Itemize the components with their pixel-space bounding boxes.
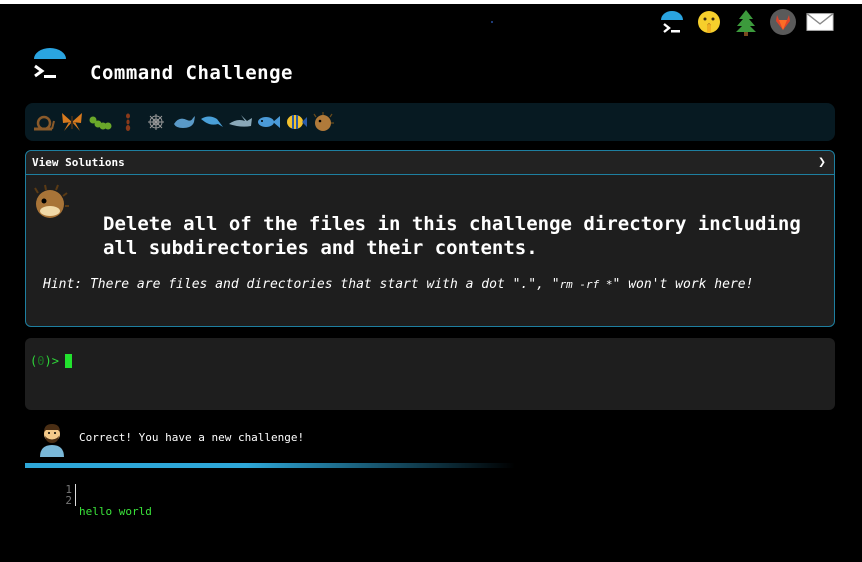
fish-icon[interactable]: [255, 109, 281, 135]
hint-prefix: Hint: There are files and directories th…: [43, 277, 560, 292]
view-solutions-toggle[interactable]: View Solutions ❯: [26, 151, 834, 175]
status-message: Correct! You have a new challenge!: [79, 431, 305, 444]
man-avatar-icon: [37, 421, 67, 457]
shushing-face-icon[interactable]: [695, 8, 723, 36]
tropical-fish-icon[interactable]: [283, 109, 309, 135]
snail-icon[interactable]: [31, 109, 57, 135]
mail-icon[interactable]: [806, 8, 834, 36]
chevron-right-icon[interactable]: ❯: [818, 155, 826, 170]
line-number-gutter: 1 2: [52, 484, 76, 506]
top-icon-bar: [658, 8, 834, 36]
challenge-card: View Solutions ❯ Delete all of the files…: [25, 150, 835, 327]
brand-icon[interactable]: [658, 8, 686, 36]
terminal-prompt: (0)>: [30, 354, 59, 368]
blowfish-icon[interactable]: [311, 109, 337, 135]
dolphin-icon[interactable]: [199, 109, 225, 135]
caterpillar-icon[interactable]: [87, 109, 113, 135]
tree-icon[interactable]: [732, 8, 760, 36]
decorative-dot: [491, 21, 493, 23]
output-lines: hello world: [79, 484, 152, 561]
blowfish-avatar-icon: [32, 184, 70, 222]
message-divider: [25, 463, 515, 468]
view-solutions-label: View Solutions: [32, 156, 125, 169]
hint-suffix: " won't work here!: [612, 277, 754, 292]
page-title: Command Challenge: [90, 62, 293, 84]
terminal-cursor: [65, 354, 72, 368]
terminal-input[interactable]: (0)>: [25, 338, 835, 410]
prompt-close: )>: [44, 354, 59, 368]
level-progress-bar: [25, 103, 835, 141]
top-white-bar: [0, 0, 862, 4]
ant-icon[interactable]: [115, 109, 141, 135]
output-line: hello world: [79, 505, 152, 518]
hint-text: Hint: There are files and directories th…: [43, 277, 753, 292]
hint-code: rm -rf *: [559, 278, 613, 291]
line-number: 2: [65, 494, 72, 507]
spider-web-icon[interactable]: [143, 109, 169, 135]
challenge-description: Delete all of the files in this challeng…: [103, 213, 801, 259]
shark-icon[interactable]: [227, 109, 253, 135]
logo-icon: [30, 47, 70, 87]
whale-icon[interactable]: [171, 109, 197, 135]
gitlab-icon[interactable]: [769, 8, 797, 36]
butterfly-icon[interactable]: [59, 109, 85, 135]
